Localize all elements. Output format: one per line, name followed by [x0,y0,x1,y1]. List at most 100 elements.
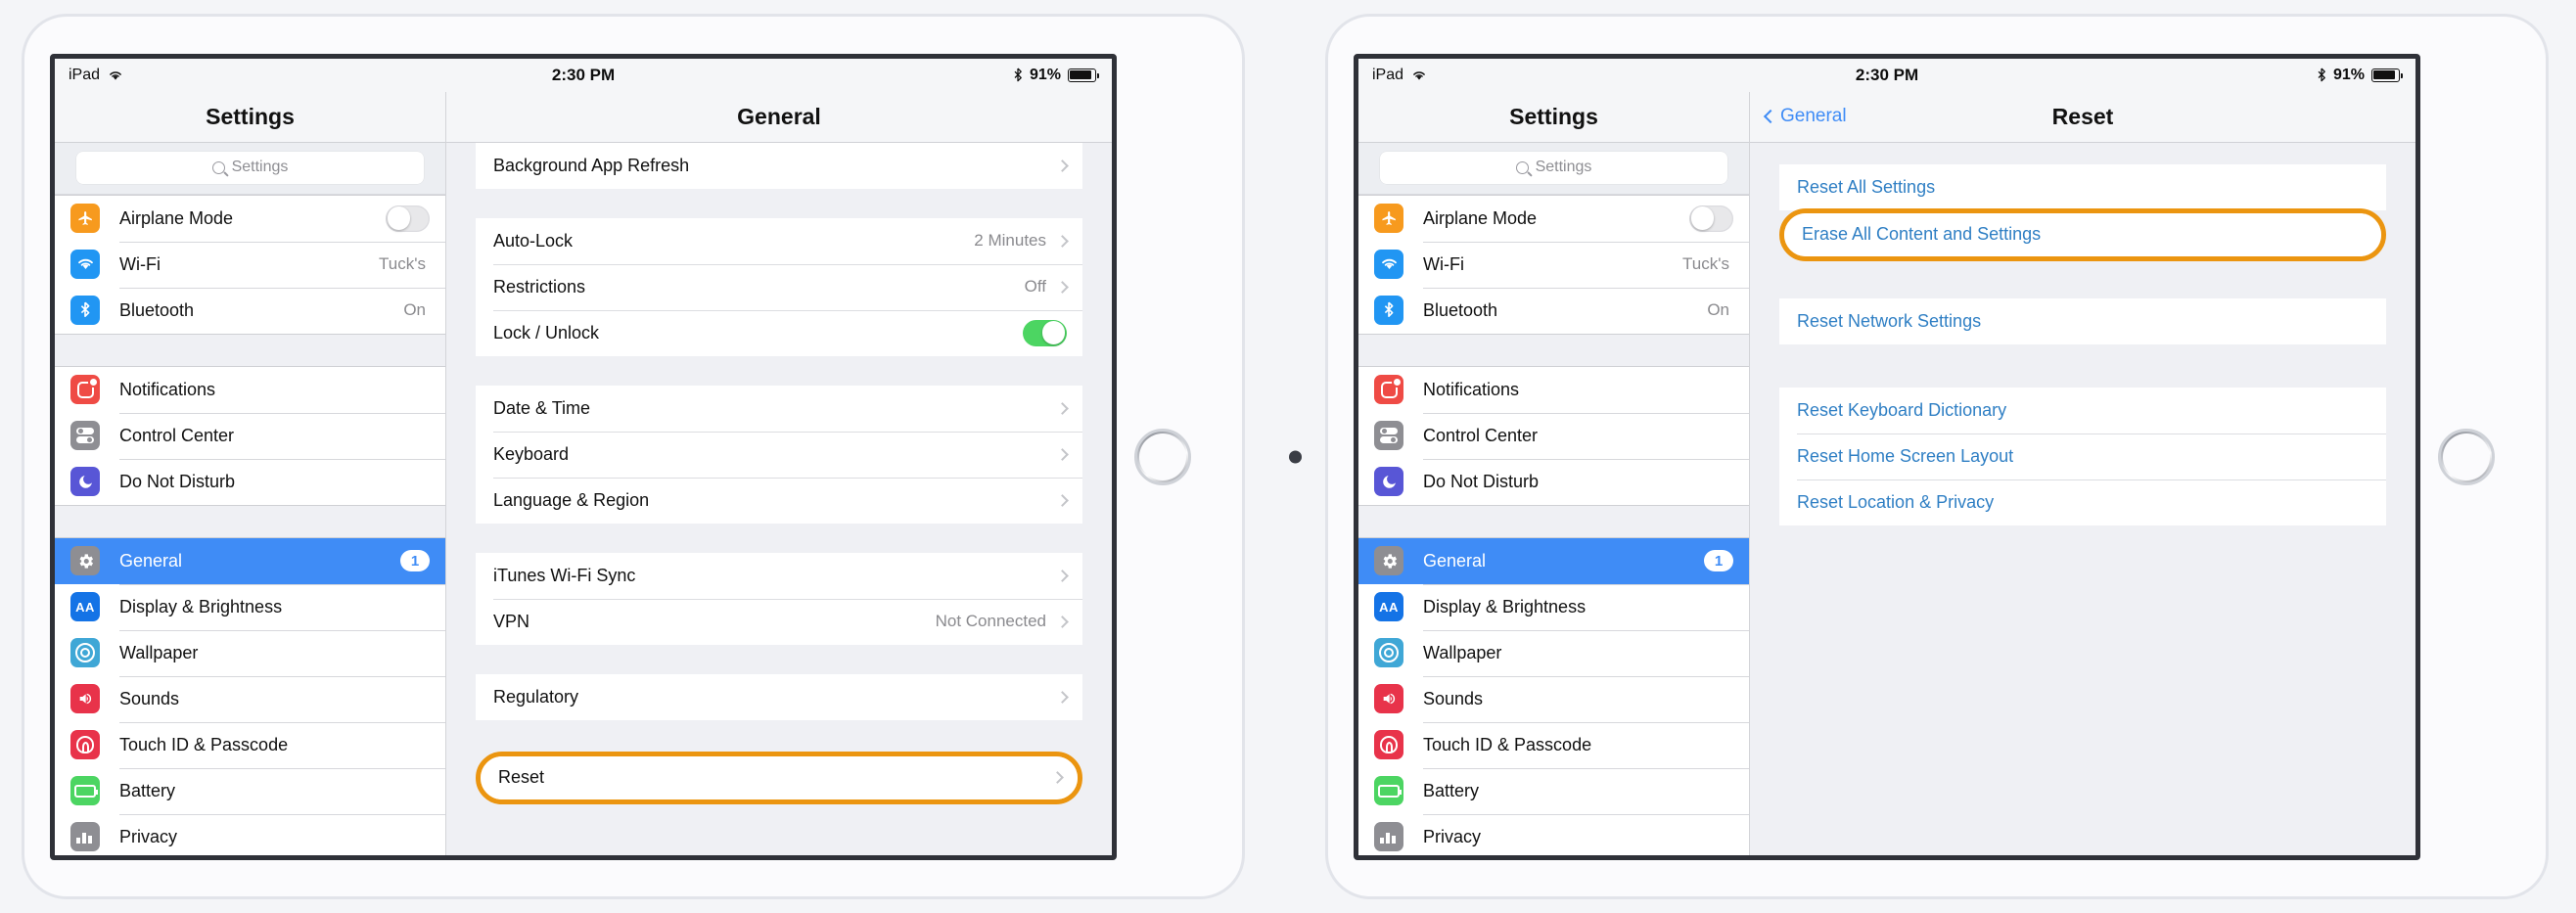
settings-sidebar-left: Settings Settings Airplane Mode Wi-Fi Tu… [55,91,446,855]
sidebar-item-bluetooth[interactable]: Bluetooth On [1358,287,1749,334]
search-input[interactable]: Settings [1380,151,1727,184]
sidebar-item-label: Wi-Fi [119,253,161,274]
row-background-app-refresh[interactable]: Background App Refresh [476,142,1082,189]
row-value: Off [1024,277,1046,296]
sidebar-item-display-brightness[interactable]: AA Display & Brightness [55,583,445,630]
highlight-annotation-ring: Reset [476,751,1082,804]
sidebar-item-control-center[interactable]: Control Center [1358,412,1749,459]
chevron-right-icon [1056,447,1069,461]
sidebar-item-privacy[interactable]: Privacy [1358,813,1749,855]
sidebar-item-battery[interactable]: Battery [55,767,445,814]
general-scroll[interactable]: Background App Refresh Auto-Lock 2 Minut… [446,142,1112,855]
bluetooth-state-value: On [1707,300,1729,319]
row-label: Language & Region [493,489,650,510]
wifi-icon [1413,70,1425,80]
sidebar-item-wallpaper[interactable]: Wallpaper [55,629,445,676]
general-group-regulatory: Regulatory [476,673,1082,720]
row-date-time[interactable]: Date & Time [476,385,1082,432]
wifi-icon [1374,250,1403,279]
row-label: Reset [498,767,545,787]
reset-group-c: Reset Keyboard Dictionary Reset Home Scr… [1779,387,2386,525]
sidebar-item-general[interactable]: General 1 [55,537,445,584]
row-vpn[interactable]: VPN Not Connected [476,598,1082,645]
search-input[interactable]: Settings [76,151,424,184]
sidebar-item-sounds[interactable]: Sounds [55,675,445,722]
page-title: Reset [2051,103,2114,129]
sidebar-item-notifications[interactable]: Notifications [1358,366,1749,413]
sidebar-scroll-right[interactable]: Airplane Mode Wi-Fi Tuck's Bluetooth On … [1358,194,1749,855]
row-label: Reset Keyboard Dictionary [1797,399,2007,420]
row-label: iTunes Wi-Fi Sync [493,565,636,585]
sidebar-item-wallpaper[interactable]: Wallpaper [1358,629,1749,676]
sidebar-item-control-center[interactable]: Control Center [55,412,445,459]
row-label: Background App Refresh [493,155,690,175]
airplane-icon [70,204,100,233]
row-restrictions[interactable]: Restrictions Off [476,263,1082,310]
sidebar-item-notifications[interactable]: Notifications [55,366,445,413]
chevron-right-icon [1056,280,1069,294]
sidebar-item-do-not-disturb[interactable]: Do Not Disturb [55,458,445,505]
chevron-right-icon [1056,569,1069,582]
sidebar-item-wifi[interactable]: Wi-Fi Tuck's [55,241,445,288]
back-button[interactable]: General [1763,106,1847,127]
row-keyboard[interactable]: Keyboard [476,431,1082,478]
notifications-icon [1374,375,1403,404]
battery-percent-label: 91% [2332,66,2365,83]
sidebar-search-wrap: Settings [55,142,445,195]
row-reset-network-settings[interactable]: Reset Network Settings [1779,297,2386,344]
sidebar-item-touch-id-passcode[interactable]: Touch ID & Passcode [55,721,445,768]
sidebar-nav-bar-right: Settings [1358,91,1749,143]
row-reset[interactable]: Reset [481,755,1078,799]
sidebar-item-wifi[interactable]: Wi-Fi Tuck's [1358,241,1749,288]
screenshot-stage: iPad 2:30 PM 91% Settings Settings Airpl… [0,0,2576,913]
search-placeholder: Settings [231,159,289,175]
row-reset-keyboard-dictionary[interactable]: Reset Keyboard Dictionary [1779,387,2386,434]
row-label: Keyboard [493,443,570,464]
status-bar-left-group: iPad [55,67,446,84]
highlight-annotation-ring: Erase All Content and Settings [1779,207,2386,261]
display-brightness-icon: AA [70,592,100,621]
sidebar-item-privacy[interactable]: Privacy [55,813,445,855]
sidebar-item-sounds[interactable]: Sounds [1358,675,1749,722]
sidebar-item-do-not-disturb[interactable]: Do Not Disturb [1358,458,1749,505]
lock-unlock-toggle[interactable] [1023,319,1067,346]
airplane-mode-toggle[interactable] [386,205,430,232]
row-auto-lock[interactable]: Auto-Lock 2 Minutes [476,217,1082,264]
sidebar-item-general[interactable]: General 1 [1358,537,1749,584]
sidebar-item-label: Do Not Disturb [119,471,236,491]
row-label: Lock / Unlock [493,322,600,342]
row-lock-unlock[interactable]: Lock / Unlock [476,309,1082,356]
sidebar-item-label: Notifications [1423,379,1520,399]
row-reset-location-privacy[interactable]: Reset Location & Privacy [1779,479,2386,525]
wifi-network-value: Tuck's [379,254,426,273]
sidebar-item-label: Sounds [1423,688,1484,708]
sidebar-item-label: General [1423,550,1487,571]
sidebar-title: Settings [206,103,295,129]
home-button-right[interactable] [2438,428,2495,485]
sidebar-item-label: General [119,550,183,571]
row-itunes-wifi-sync[interactable]: iTunes Wi-Fi Sync [476,552,1082,599]
airplane-mode-toggle[interactable] [1689,205,1733,232]
sidebar-group-alerts: Notifications Control Center Do Not Dist… [55,365,445,506]
row-label: Reset Location & Privacy [1797,491,1995,512]
reset-scroll[interactable]: Reset All Settings Erase All Content and… [1750,143,2415,855]
sidebar-item-airplane-mode[interactable]: Airplane Mode [1358,195,1749,242]
sidebar-item-bluetooth[interactable]: Bluetooth On [55,287,445,334]
device-side-button-right [1289,450,1302,463]
sidebar-item-label: Control Center [119,425,235,445]
row-reset-home-screen-layout[interactable]: Reset Home Screen Layout [1779,433,2386,479]
sidebar-item-airplane-mode[interactable]: Airplane Mode [55,195,445,242]
row-erase-all-content-and-settings[interactable]: Erase All Content and Settings [1784,212,2381,256]
sidebar-group-system: General 1 AA Display & Brightness Wallpa… [55,536,445,855]
row-language-region[interactable]: Language & Region [476,477,1082,524]
sidebar-nav-bar-left: Settings [55,91,445,143]
sidebar-item-display-brightness[interactable]: AA Display & Brightness [1358,583,1749,630]
sidebar-item-battery[interactable]: Battery [1358,767,1749,814]
top-spacer [1779,143,2386,164]
sidebar-item-label: Battery [1423,780,1480,800]
sidebar-item-touch-id-passcode[interactable]: Touch ID & Passcode [1358,721,1749,768]
home-button-left[interactable] [1134,428,1191,485]
sidebar-scroll-left[interactable]: Airplane Mode Wi-Fi Tuck's Bluetooth On … [55,194,445,855]
row-regulatory[interactable]: Regulatory [476,673,1082,720]
